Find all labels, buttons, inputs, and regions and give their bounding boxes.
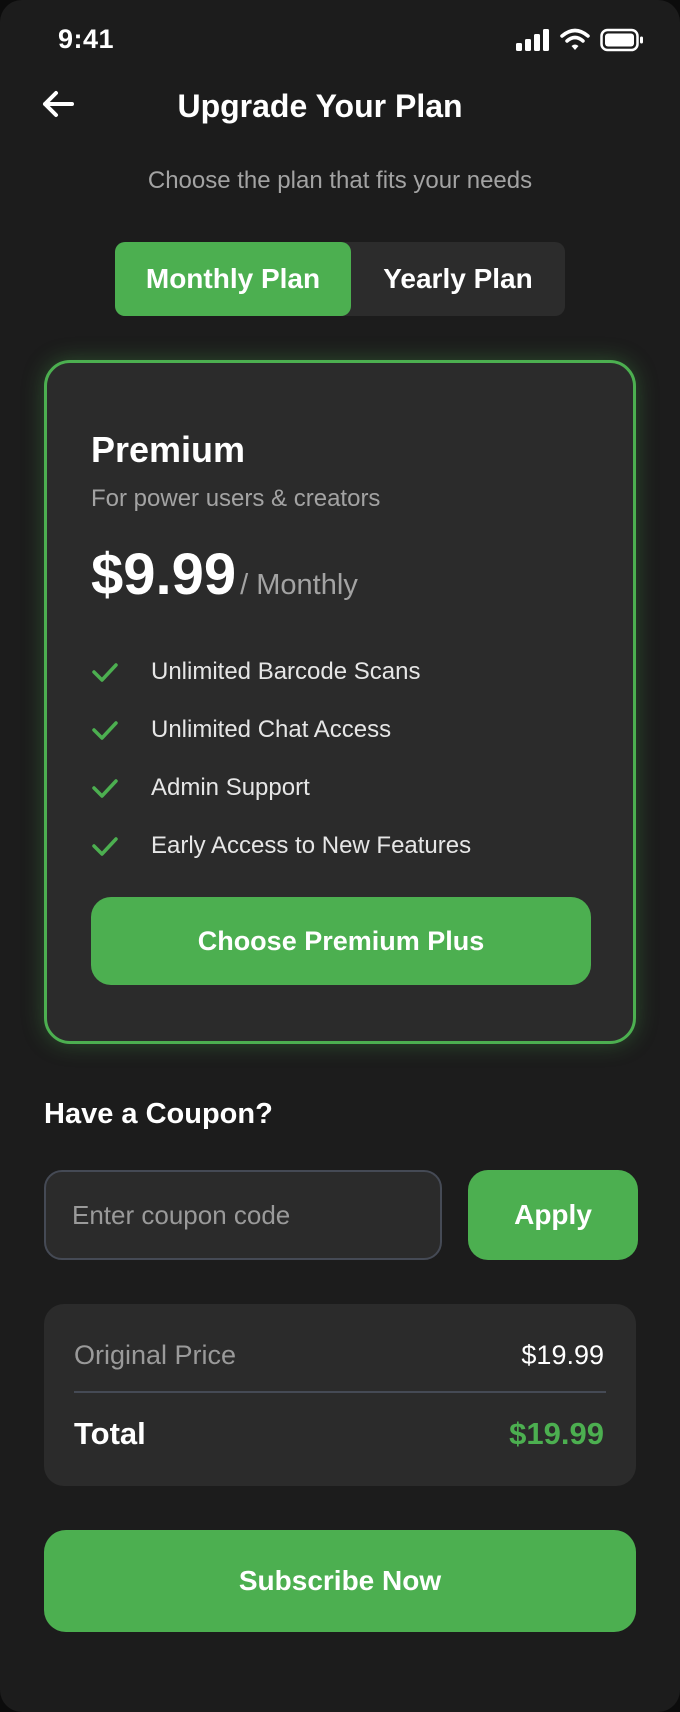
feature-item: Unlimited Barcode Scans [91, 643, 471, 701]
tab-yearly-plan[interactable]: Yearly Plan [351, 242, 565, 316]
feature-text: Unlimited Barcode Scans [151, 658, 421, 685]
checkmark-icon [91, 657, 121, 687]
status-time: 9:41 [58, 24, 115, 54]
battery-icon [600, 28, 644, 57]
page-title: Upgrade Your Plan [177, 88, 463, 124]
plan-description: For power users & creators [91, 485, 381, 512]
plan-price: $9.99 [91, 542, 237, 607]
plan-name: Premium [91, 429, 246, 470]
subscribe-button[interactable]: Subscribe Now [44, 1530, 636, 1632]
checkmark-icon [91, 715, 121, 745]
coupon-input[interactable] [44, 1170, 442, 1260]
feature-item: Early Access to New Features [91, 817, 471, 875]
feature-text: Unlimited Chat Access [151, 716, 392, 743]
status-icons [516, 28, 644, 57]
feature-item: Admin Support [91, 759, 471, 817]
feature-text: Early Access to New Features [151, 832, 472, 859]
total-value: $19.99 [509, 1416, 604, 1451]
plan-card-premium: Premium For power users & creators $9.99… [44, 360, 636, 1044]
phone-screen: 9:41 Upgrade Your Plan Choose the plan t… [0, 0, 680, 1712]
summary-divider [74, 1391, 606, 1393]
page-subtitle: Choose the plan that fits your needs [147, 167, 533, 194]
apply-coupon-button[interactable]: Apply [468, 1170, 638, 1260]
original-price-label: Original Price [74, 1340, 237, 1370]
coupon-heading: Have a Coupon? [44, 1098, 273, 1130]
feature-item: Unlimited Chat Access [91, 701, 471, 759]
plan-period: / Monthly [240, 569, 358, 601]
checkmark-icon [91, 831, 121, 861]
original-price-value: $19.99 [521, 1340, 604, 1370]
feature-text: Admin Support [151, 774, 310, 801]
total-label: Total [74, 1416, 146, 1451]
feature-list: Unlimited Barcode Scans Unlimited Chat A… [91, 643, 471, 875]
wifi-icon [560, 28, 590, 57]
tab-monthly-plan[interactable]: Monthly Plan [115, 242, 351, 316]
signal-icon [516, 29, 550, 56]
plan-period-toggle: Monthly Plan Yearly Plan [115, 242, 565, 316]
price-summary: Original Price $19.99 Total $19.99 [44, 1304, 636, 1486]
checkmark-icon [91, 773, 121, 803]
choose-plan-button[interactable]: Choose Premium Plus [91, 897, 591, 985]
price-row: $9.99 / Monthly [91, 541, 358, 608]
